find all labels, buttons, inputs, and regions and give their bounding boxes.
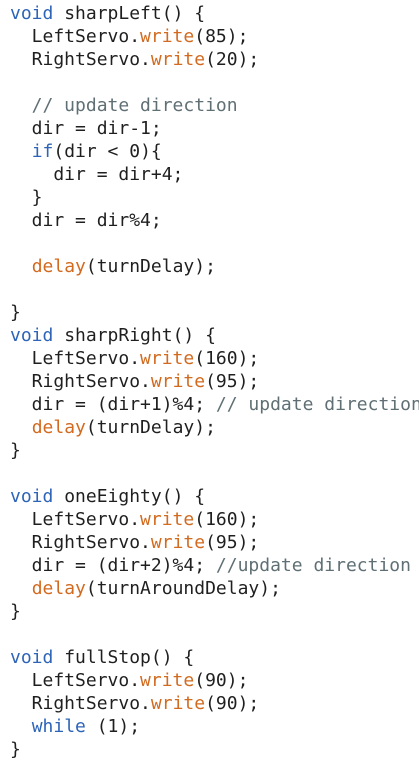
code-token: dir = (dir+2)%4; xyxy=(10,555,216,576)
code-line: } xyxy=(10,738,419,761)
code-line: LeftServo.write(90); xyxy=(10,669,419,692)
code-token: write xyxy=(150,371,206,392)
code-line: delay(turnDelay); xyxy=(10,416,419,439)
code-line: ​ xyxy=(10,623,419,646)
code-token: } xyxy=(10,302,21,323)
code-token: write xyxy=(150,693,206,714)
code-token: } xyxy=(10,440,21,461)
code-line: dir = dir+4; xyxy=(10,163,419,186)
code-line: } xyxy=(10,186,419,209)
code-token: RightServo. xyxy=(10,532,151,553)
code-line: } xyxy=(10,301,419,324)
code-token: } xyxy=(10,601,21,622)
code-line: dir = dir%4; xyxy=(10,209,419,232)
code-line: void sharpRight() { xyxy=(10,324,419,347)
code-line: dir = (dir+2)%4; //update direction xyxy=(10,554,419,577)
code-token: delay xyxy=(31,578,86,599)
code-token: delay xyxy=(31,256,86,277)
code-line: // update direction xyxy=(10,94,419,117)
code-token: write xyxy=(140,670,195,691)
code-line: if(dir < 0){ xyxy=(10,140,419,163)
code-token: (20); xyxy=(205,49,260,70)
code-token: LeftServo. xyxy=(10,670,141,691)
code-token: void xyxy=(10,3,54,24)
code-token: (dir < 0){ xyxy=(53,141,162,162)
code-line: dir = dir-1; xyxy=(10,117,419,140)
code-line: delay(turnAroundDelay); xyxy=(10,577,419,600)
code-token: write xyxy=(140,26,195,47)
code-token: delay xyxy=(31,417,86,438)
code-token: write xyxy=(140,348,195,369)
code-line: RightServo.write(95); xyxy=(10,370,419,393)
code-token: // update direction xyxy=(10,95,238,116)
code-token: void xyxy=(10,647,54,668)
code-token: write xyxy=(140,509,195,530)
code-token: fullStop() { xyxy=(53,647,195,668)
code-token: sharpLeft() { xyxy=(53,3,206,24)
code-line: ​ xyxy=(10,71,419,94)
code-token: void xyxy=(10,486,54,507)
code-line: RightServo.write(20); xyxy=(10,48,419,71)
code-line: } xyxy=(10,439,419,462)
code-token: (90); xyxy=(194,670,249,691)
code-token: (turnAroundDelay); xyxy=(85,578,281,599)
code-token: } xyxy=(10,187,43,208)
code-token: (90); xyxy=(205,693,260,714)
code-line: void fullStop() { xyxy=(10,646,419,669)
code-token: write xyxy=(150,49,206,70)
code-line: LeftServo.write(160); xyxy=(10,508,419,531)
code-token: RightServo. xyxy=(10,49,151,70)
code-token: RightServo. xyxy=(10,371,151,392)
code-token: (turnDelay); xyxy=(85,417,216,438)
code-token: dir = (dir+1)%4; xyxy=(10,394,216,415)
code-block: void sharpLeft() { LeftServo.write(85); … xyxy=(10,2,419,761)
code-token: (95); xyxy=(205,371,260,392)
code-token: write xyxy=(150,532,206,553)
code-token: //update direction xyxy=(215,555,411,576)
code-line: RightServo.write(90); xyxy=(10,692,419,715)
code-token: dir = dir-1; xyxy=(10,118,162,139)
code-token: (160); xyxy=(194,348,260,369)
code-editor[interactable]: void sharpLeft() { LeftServo.write(85); … xyxy=(0,0,419,770)
code-line: ​ xyxy=(10,462,419,485)
code-token: } xyxy=(10,739,21,760)
code-line: void sharpLeft() { xyxy=(10,2,419,25)
code-token: LeftServo. xyxy=(10,509,141,530)
code-line: while (1); xyxy=(10,715,419,738)
code-line: LeftServo.write(85); xyxy=(10,25,419,48)
code-line: ​ xyxy=(10,278,419,301)
code-token: oneEighty() { xyxy=(53,486,206,507)
code-token: if xyxy=(31,141,54,162)
code-token: (160); xyxy=(194,509,260,530)
code-token: dir = dir%4; xyxy=(10,210,162,231)
code-line: dir = (dir+1)%4; // update direction xyxy=(10,393,419,416)
code-token: void xyxy=(10,325,54,346)
code-token: // update direction xyxy=(215,394,419,415)
code-token: LeftServo. xyxy=(10,26,141,47)
code-token: sharpRight() { xyxy=(53,325,216,346)
code-line: } xyxy=(10,600,419,623)
code-token: LeftServo. xyxy=(10,348,141,369)
code-line: LeftServo.write(160); xyxy=(10,347,419,370)
code-token: (1); xyxy=(85,716,141,737)
code-token: (85); xyxy=(194,26,249,47)
code-line: delay(turnDelay); xyxy=(10,255,419,278)
code-token: RightServo. xyxy=(10,693,151,714)
code-line: void oneEighty() { xyxy=(10,485,419,508)
code-line: RightServo.write(95); xyxy=(10,531,419,554)
code-token: (turnDelay); xyxy=(85,256,216,277)
code-line: ​ xyxy=(10,232,419,255)
code-token: dir = dir+4; xyxy=(10,164,184,185)
code-token: while xyxy=(31,716,86,737)
code-token: (95); xyxy=(205,532,260,553)
